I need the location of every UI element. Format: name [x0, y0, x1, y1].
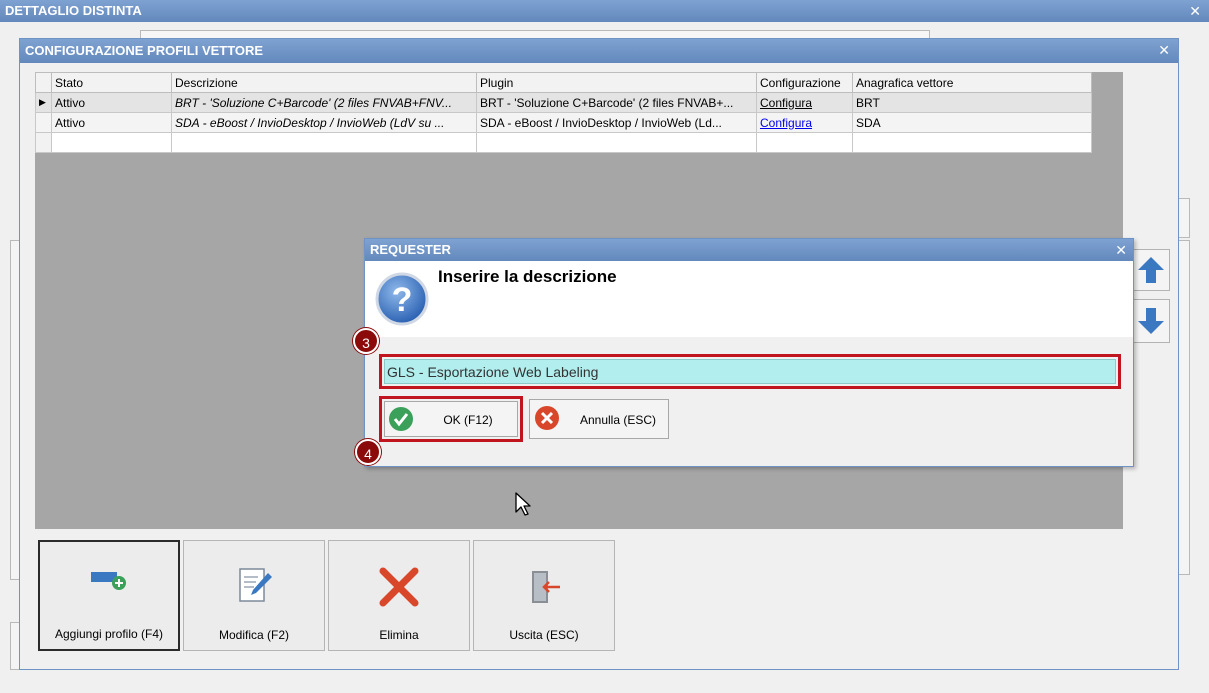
- move-up-button[interactable]: [1132, 249, 1170, 291]
- check-icon: [389, 407, 413, 431]
- table-header-row: Stato Descrizione Plugin Configurazione …: [35, 72, 1092, 93]
- requester-title: REQUESTER: [370, 242, 451, 257]
- cell-plugin[interactable]: SDA - eBoost / InvioDesktop / InvioWeb (…: [476, 112, 757, 133]
- outer-window-titlebar: DETTAGLIO DISTINTA ✕: [0, 0, 1209, 22]
- cancel-icon: [535, 406, 559, 430]
- requester-titlebar: REQUESTER ✕: [365, 239, 1133, 261]
- cell-descrizione[interactable]: SDA - eBoost / InvioDesktop / InvioWeb (…: [171, 112, 477, 133]
- profiles-close-icon[interactable]: ✕: [1158, 39, 1170, 61]
- cell-vettore[interactable]: BRT: [852, 92, 1092, 113]
- cell-descrizione[interactable]: BRT - 'Soluzione C+Barcode' (2 files FNV…: [171, 92, 477, 113]
- svg-text:?: ?: [392, 281, 413, 319]
- requester-close-icon[interactable]: ✕: [1115, 239, 1127, 261]
- row-indicator-header: [35, 72, 52, 93]
- table-row[interactable]: ▶ Attivo BRT - 'Soluzione C+Barcode' (2 …: [35, 92, 1092, 113]
- column-header-descrizione[interactable]: Descrizione: [171, 72, 477, 93]
- outer-close-icon[interactable]: ✕: [1189, 0, 1201, 22]
- column-header-stato[interactable]: Stato: [51, 72, 172, 93]
- profiles-table: Stato Descrizione Plugin Configurazione …: [35, 72, 1092, 153]
- cell-plugin[interactable]: BRT - 'Soluzione C+Barcode' (2 files FNV…: [476, 92, 757, 113]
- edit-button[interactable]: Modifica (F2): [183, 540, 325, 651]
- column-header-anagrafica[interactable]: Anagrafica vettore: [852, 72, 1092, 93]
- delete-button[interactable]: Elimina: [328, 540, 470, 651]
- table-new-row[interactable]: [35, 132, 1092, 153]
- arrow-down-icon: [1138, 308, 1164, 334]
- add-profile-icon: [91, 572, 126, 590]
- add-profile-button[interactable]: Aggiungi profilo (F4): [38, 540, 180, 651]
- cancel-button[interactable]: Annulla (ESC): [529, 399, 669, 439]
- delete-x-icon: [379, 567, 419, 607]
- table-row[interactable]: Attivo SDA - eBoost / InvioDesktop / Inv…: [35, 112, 1092, 133]
- description-input[interactable]: [384, 359, 1116, 384]
- edit-label: Modifica (F2): [218, 628, 289, 642]
- arrow-up-icon: [1138, 257, 1164, 283]
- requester-dialog: REQUESTER ✕ ? Inserire la descrizione OK…: [364, 238, 1134, 467]
- cell-stato[interactable]: Attivo: [51, 112, 172, 133]
- step-badge-ok: 4: [355, 439, 381, 465]
- column-header-configurazione[interactable]: Configurazione: [756, 72, 853, 93]
- add-profile-label: Aggiungi profilo (F4): [54, 627, 164, 641]
- exit-door-icon: [532, 571, 560, 603]
- delete-label: Elimina: [379, 628, 419, 642]
- profiles-window-title: CONFIGURAZIONE PROFILI VETTORE: [25, 43, 264, 58]
- bg-right-panel: [1178, 240, 1190, 575]
- requester-message: Inserire la descrizione: [438, 267, 617, 286]
- requester-message-area: ? Inserire la descrizione: [365, 261, 1133, 337]
- row-indicator: [35, 112, 52, 133]
- exit-button[interactable]: Uscita (ESC): [473, 540, 615, 651]
- row-pointer-icon: ▶: [35, 92, 52, 113]
- configura-link[interactable]: Configura: [760, 116, 812, 130]
- ok-label: OK (F12): [443, 413, 493, 427]
- configura-link[interactable]: Configura: [760, 96, 812, 110]
- bg-right-button: [1178, 198, 1190, 238]
- column-header-plugin[interactable]: Plugin: [476, 72, 757, 93]
- question-icon: ?: [375, 272, 429, 326]
- exit-label: Uscita (ESC): [509, 628, 579, 642]
- profiles-window-titlebar: CONFIGURAZIONE PROFILI VETTORE ✕: [20, 39, 1178, 63]
- move-down-button[interactable]: [1132, 299, 1170, 343]
- cell-vettore[interactable]: SDA: [852, 112, 1092, 133]
- cell-stato[interactable]: Attivo: [51, 92, 172, 113]
- mouse-cursor-icon: [515, 492, 531, 516]
- ok-button[interactable]: OK (F12): [384, 401, 518, 437]
- cancel-label: Annulla (ESC): [579, 413, 657, 427]
- outer-window-title: DETTAGLIO DISTINTA: [5, 3, 142, 18]
- step-badge-input: 3: [353, 328, 379, 354]
- edit-pencil-icon: [239, 568, 272, 602]
